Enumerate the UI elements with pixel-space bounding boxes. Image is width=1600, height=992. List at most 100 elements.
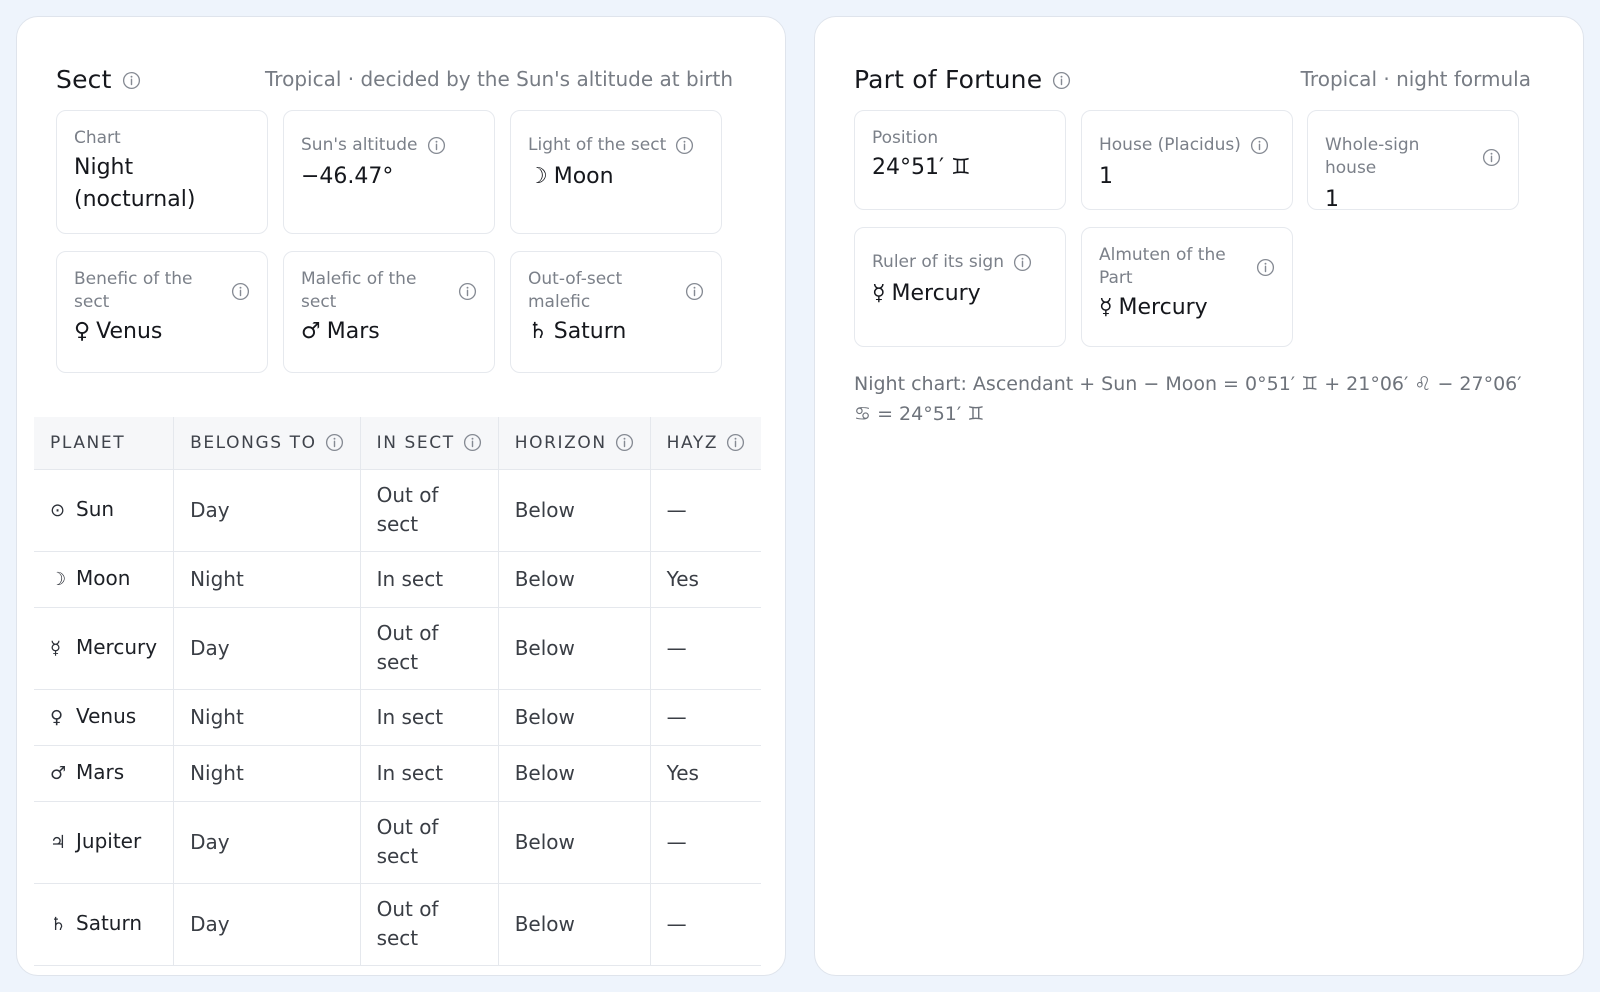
planet-cell: ♄ Saturn (34, 883, 174, 966)
benefic-card: Benefic of the sect ♀ Venus (56, 251, 268, 373)
whole-sign-house-card: Whole-sign house 1 (1307, 110, 1519, 212)
horizon-cell: Below (497, 883, 651, 966)
info-icon[interactable] (463, 433, 482, 452)
belongs-to-cell: Night (173, 689, 361, 746)
card-value-text: Moon (553, 164, 614, 189)
card-label: Ruler of its sign (872, 252, 1004, 272)
info-icon[interactable] (1482, 148, 1501, 167)
hayz-cell: — (649, 469, 762, 552)
header-label: PLANET (50, 432, 126, 453)
card-value: 1 (1325, 187, 1339, 212)
chart-card: Chart Night (nocturnal) (56, 110, 268, 234)
sect-panel: Sect Tropical · decided by the Sun's alt… (16, 16, 786, 976)
card-label: Position (872, 128, 939, 148)
planet-name: Moon (76, 566, 131, 590)
header-label: IN SECT (376, 432, 455, 453)
table-row: ♂ Mars Night In sect Below Yes (34, 745, 762, 802)
hayz-cell: Yes (649, 551, 762, 608)
belongs-to-cell: Day (173, 801, 361, 884)
in-sect-cell: In sect (359, 551, 499, 608)
venus-glyph-icon: ♀ (74, 319, 91, 344)
mercury-glyph-icon: ☿ (872, 281, 886, 306)
fortune-subtitle: Tropical · night formula (1300, 67, 1531, 91)
belongs-to-cell: Day (173, 607, 361, 690)
jupiter-glyph-icon: ♃ (50, 832, 67, 853)
header-label: HAYZ (666, 432, 719, 453)
sect-table: PLANET BELONGS TO IN SECT HORIZON HAYZ ⊙… (34, 417, 762, 966)
sun-glyph-icon: ⊙ (50, 500, 66, 521)
info-icon[interactable] (325, 433, 344, 452)
col-hayz-header: HAYZ (649, 417, 762, 470)
info-icon[interactable] (1250, 136, 1269, 155)
info-icon[interactable] (1013, 253, 1032, 272)
mercury-glyph-icon: ☿ (1099, 295, 1113, 320)
planet-name: Jupiter (76, 829, 142, 853)
light-of-sect-card: Light of the sect ☽ Moon (510, 110, 722, 234)
malefic-card: Malefic of the sect ♂ Mars (283, 251, 495, 373)
card-label: Malefic of the sect (301, 269, 417, 312)
info-icon[interactable] (1256, 258, 1275, 277)
table-row: ☿ Mercury Day Out of sect Below — (34, 607, 762, 690)
horizon-cell: Below (497, 689, 651, 746)
fortune-formula: Night chart: Ascendant + Sun − Moon = 0°… (854, 373, 1522, 425)
card-label: House (Placidus) (1099, 135, 1241, 155)
planet-name: Sun (76, 497, 115, 521)
card-value: ☿ Mercury (1099, 292, 1275, 324)
planet-cell: ⊙ Sun (34, 469, 174, 552)
info-icon[interactable] (427, 136, 446, 155)
belongs-to-cell: Day (173, 883, 361, 966)
info-icon[interactable] (726, 433, 745, 452)
fortune-header: Part of Fortune Tropical · night formula (854, 61, 1531, 97)
planet-cell: ♃ Jupiter (34, 801, 174, 884)
col-in-sect-header: IN SECT (359, 417, 499, 470)
info-icon[interactable] (458, 282, 477, 301)
planet-cell: ☽ Moon (34, 551, 174, 608)
table-row: ♀ Venus Night In sect Below — (34, 689, 762, 746)
horizon-cell: Below (497, 801, 651, 884)
info-icon[interactable] (615, 433, 634, 452)
card-label: Whole-sign house (1325, 135, 1420, 178)
card-value-text: Mercury (891, 281, 981, 306)
card-value-text: Venus (96, 319, 163, 344)
card-label: Chart (74, 128, 121, 148)
card-value: ☽ Moon (528, 161, 704, 193)
ruler-of-sign-card: Ruler of its sign ☿ Mercury (854, 227, 1066, 347)
planet-cell: ♂ Mars (34, 745, 174, 802)
header-label: HORIZON (514, 432, 607, 453)
planet-name: Mercury (76, 635, 158, 659)
card-value-text: Mercury (1118, 295, 1208, 320)
sun-altitude-card: Sun's altitude −46.47° (283, 110, 495, 234)
col-planet-header: PLANET (34, 417, 174, 470)
saturn-glyph-icon: ♄ (50, 914, 67, 935)
planet-name: Mars (76, 760, 125, 784)
info-icon[interactable] (1052, 71, 1071, 90)
card-label: Benefic of the sect (74, 269, 193, 312)
mars-glyph-icon: ♂ (50, 763, 67, 784)
sect-title: Sect (56, 64, 112, 94)
info-icon[interactable] (122, 71, 141, 90)
belongs-to-cell: Day (173, 469, 361, 552)
fortune-title: Part of Fortune (854, 64, 1043, 94)
in-sect-cell: In sect (359, 745, 499, 802)
hayz-cell: — (649, 883, 762, 966)
card-value: 24°51′ ♊ (872, 155, 971, 180)
card-value-text: Saturn (553, 319, 627, 344)
card-value: −46.47° (301, 164, 394, 189)
horizon-cell: Below (497, 607, 651, 690)
col-belongs-header: BELONGS TO (173, 417, 361, 470)
hayz-cell: — (649, 607, 762, 690)
info-icon[interactable] (231, 282, 250, 301)
info-icon[interactable] (675, 136, 694, 155)
belongs-to-cell: Night (173, 551, 361, 608)
in-sect-cell: Out of sect (359, 607, 499, 690)
almuten-card: Almuten of the Part ☿ Mercury (1081, 227, 1293, 347)
mercury-glyph-icon: ☿ (50, 638, 62, 659)
venus-glyph-icon: ♀ (50, 707, 64, 728)
part-of-fortune-panel: Part of Fortune Tropical · night formula… (814, 16, 1584, 976)
header-label: BELONGS TO (190, 432, 317, 453)
sect-header: Sect Tropical · decided by the Sun's alt… (56, 61, 733, 97)
card-value: 1 (1099, 164, 1113, 189)
moon-glyph-icon: ☽ (528, 164, 548, 189)
card-value: ☿ Mercury (872, 278, 1048, 310)
info-icon[interactable] (685, 282, 704, 301)
